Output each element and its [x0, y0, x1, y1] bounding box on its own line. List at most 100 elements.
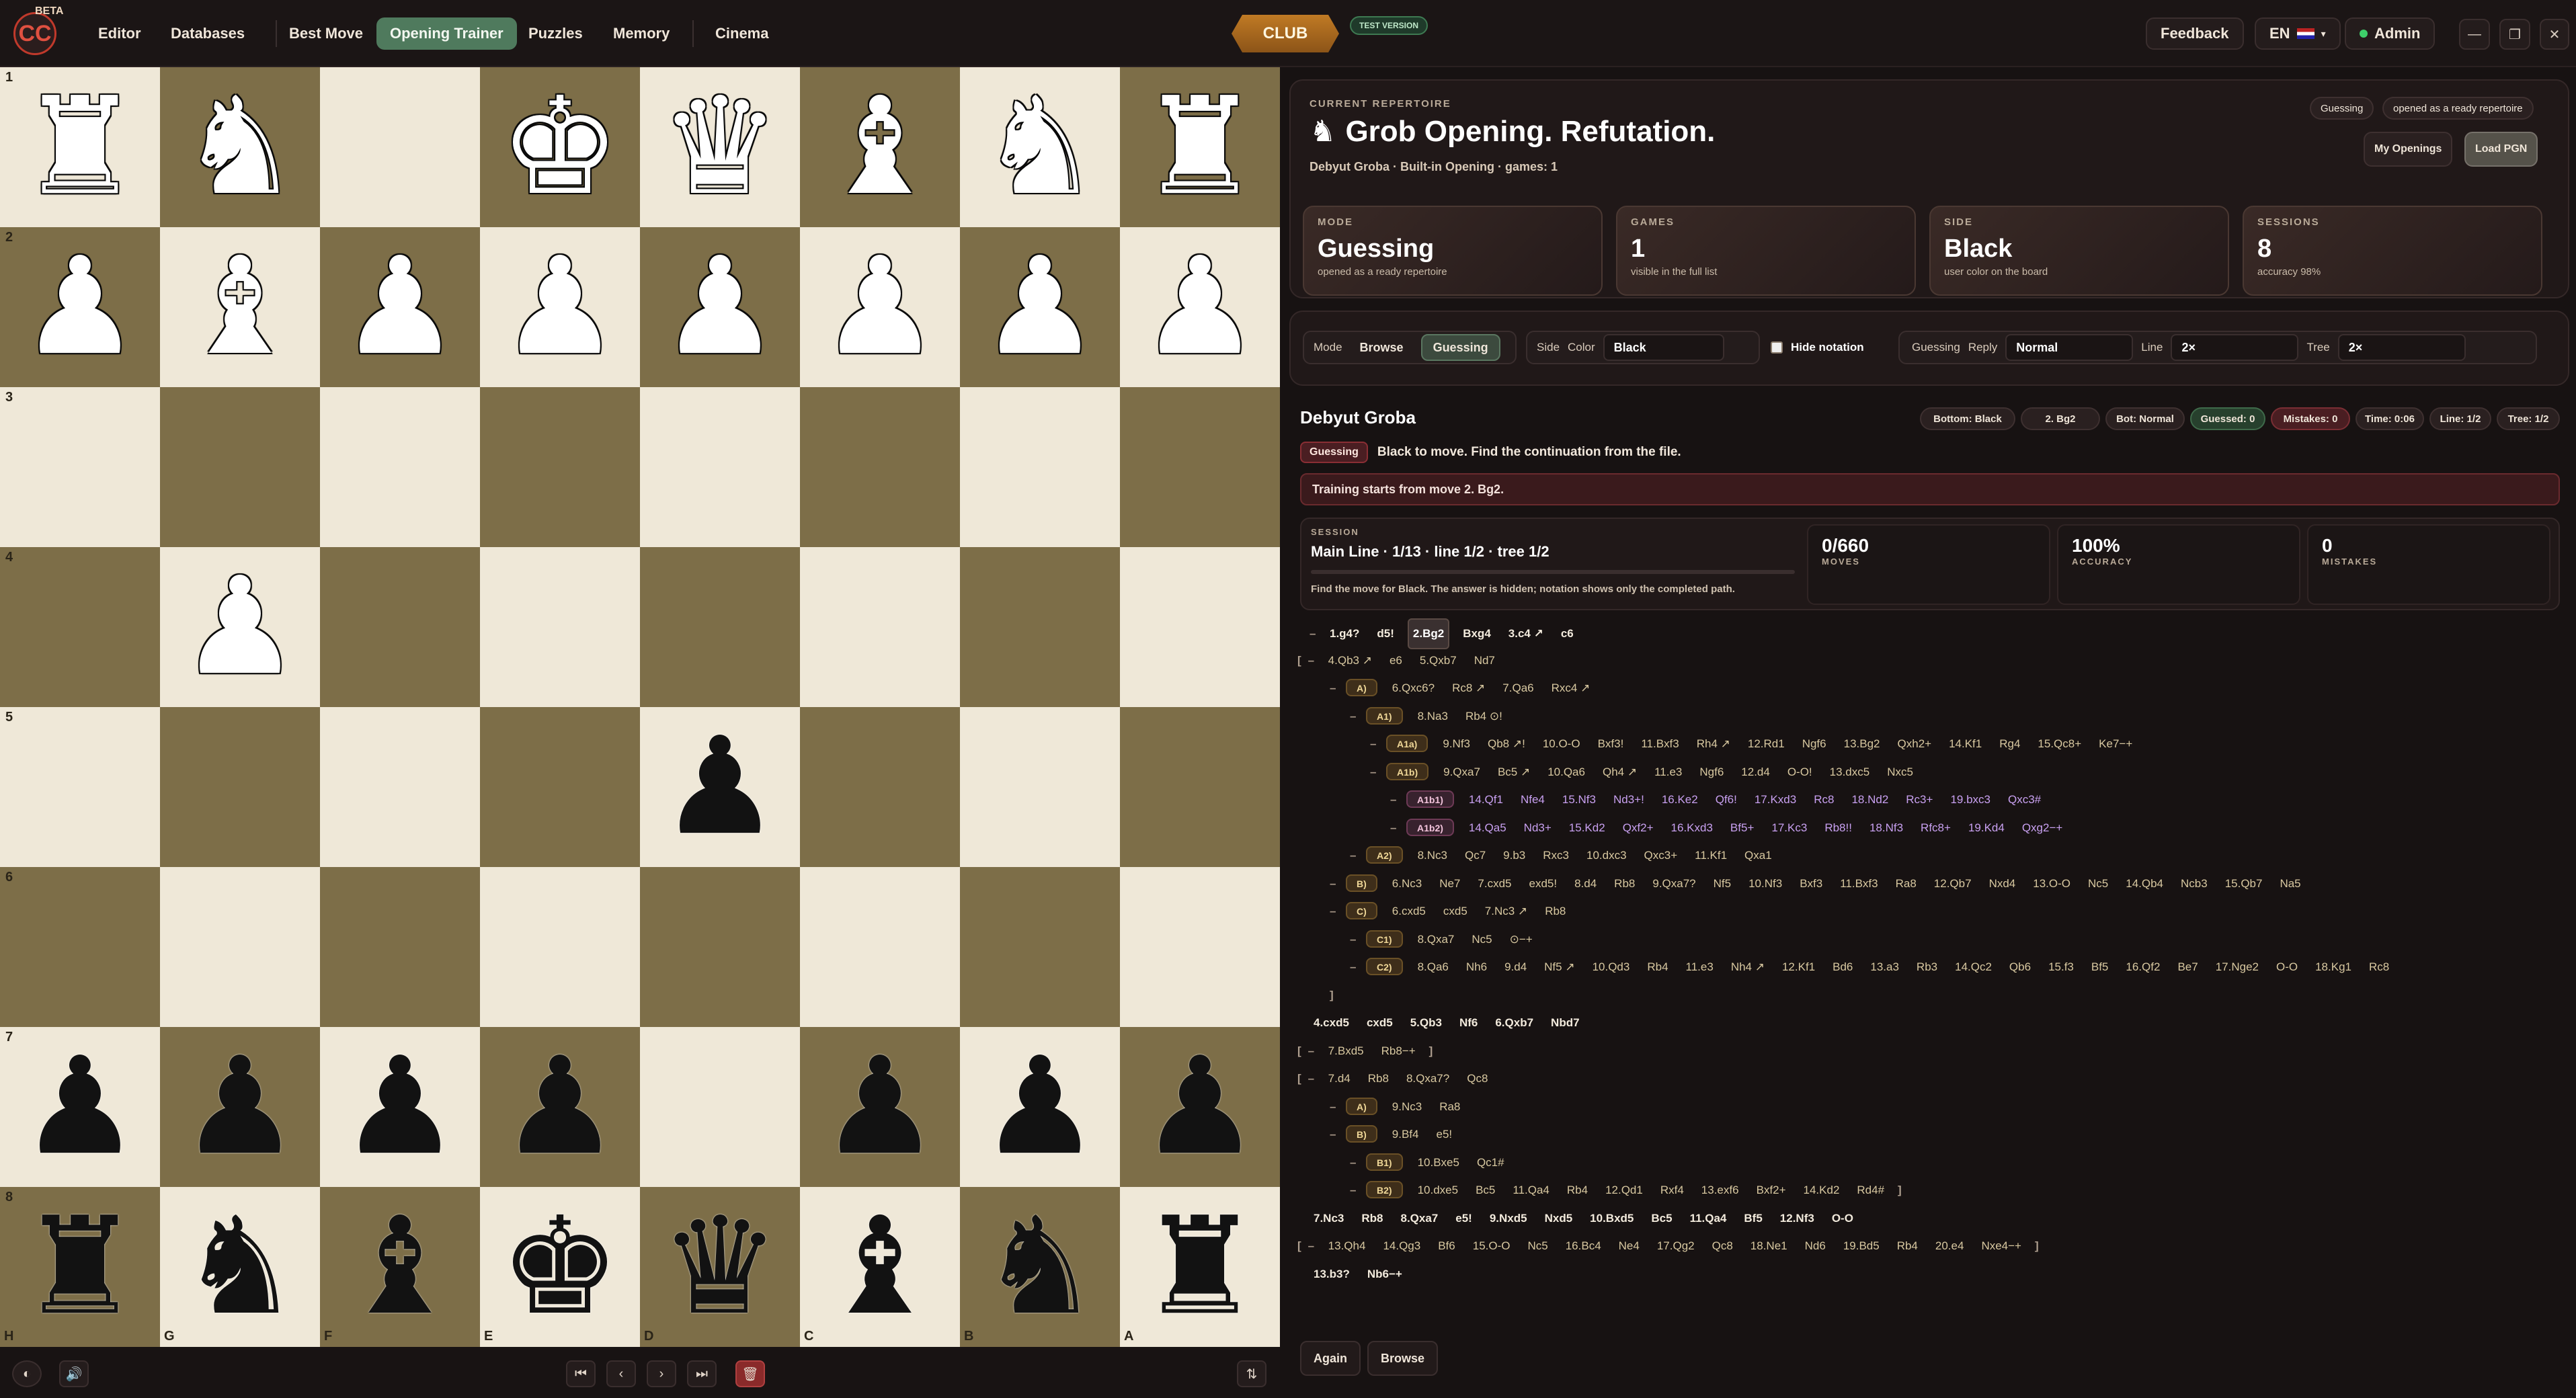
move-token[interactable]: 9.d4 — [1500, 953, 1531, 981]
move-token[interactable]: 6.Qxc6? — [1388, 674, 1439, 702]
move-token[interactable]: 15.Qc8+ — [2034, 730, 2085, 758]
move-token[interactable]: 17.Kxd3 — [1750, 786, 1800, 814]
collapse-icon[interactable]: – — [1330, 1093, 1340, 1121]
board-square[interactable] — [480, 547, 640, 707]
move-token[interactable]: 12.Kf1 — [1778, 953, 1819, 981]
board-square[interactable] — [160, 867, 320, 1027]
move-token[interactable]: Nd3+ — [1520, 814, 1556, 842]
move-token[interactable]: 13.dxc5 — [1826, 758, 1874, 786]
move-token[interactable]: 9.Qxa7? — [1648, 870, 1699, 898]
move-token[interactable]: Nxd5 — [1541, 1204, 1577, 1233]
nav-cinema[interactable]: Cinema — [702, 17, 782, 50]
move-token[interactable]: Rb4 ⊙! — [1461, 702, 1506, 731]
move-token[interactable]: Bxf3! — [1594, 730, 1628, 758]
move-token[interactable]: 9.b3 — [1499, 841, 1529, 870]
black-rook-icon[interactable]: ♜ — [1139, 1200, 1260, 1334]
board-square[interactable] — [480, 867, 640, 1027]
first-move-button[interactable]: ⏮ — [566, 1360, 596, 1387]
board-square[interactable]: ♟ — [480, 227, 640, 387]
move-token[interactable]: Qxc3# — [2004, 786, 2045, 814]
move-token[interactable]: 6.Nc3 — [1388, 870, 1426, 898]
collapse-icon[interactable]: – — [1370, 730, 1381, 758]
move-token[interactable]: Rb4 — [1893, 1232, 1922, 1260]
move-token[interactable]: 11.Bxf3 — [1836, 870, 1882, 898]
move-token[interactable]: 10.dxe5 — [1414, 1176, 1463, 1204]
black-pawn-icon[interactable]: ♟ — [659, 720, 780, 854]
move-token[interactable]: 8.Qxa7? — [1402, 1065, 1453, 1093]
board-square[interactable]: 2 ♟ — [0, 227, 160, 387]
move-token[interactable]: 15.f3 — [2044, 953, 2078, 981]
palette-icon[interactable]: ◐ — [12, 1360, 42, 1387]
board-square[interactable]: ♟ — [960, 227, 1120, 387]
move-token[interactable]: Nd7 — [1470, 647, 1499, 675]
black-pawn-icon[interactable]: ♟ — [979, 1040, 1100, 1174]
move-token[interactable]: 9.Nxd5 — [1486, 1204, 1531, 1233]
white-rook-icon[interactable]: ♜ — [19, 80, 140, 214]
move-token[interactable]: Rb8 — [1541, 897, 1570, 926]
move-token[interactable]: 10.Nf3 — [1744, 870, 1786, 898]
white-pawn-icon[interactable]: ♟ — [659, 240, 780, 374]
board-square[interactable]: 1 ♜ — [0, 67, 160, 227]
move-token[interactable]: Qc8 — [1708, 1232, 1737, 1260]
move-token[interactable]: 8.Qxa7 — [1397, 1204, 1443, 1233]
collapse-icon[interactable]: – — [1350, 702, 1361, 731]
move-token[interactable]: 4.Qb3 ↗ — [1324, 647, 1376, 675]
white-knight-icon[interactable]: ♞ — [179, 80, 300, 214]
black-bishop-icon[interactable]: ♝ — [819, 1200, 940, 1334]
my-openings-button[interactable]: My Openings — [2364, 132, 2453, 167]
move-token[interactable]: Rc8 — [2365, 953, 2393, 981]
black-bishop-icon[interactable]: ♝ — [339, 1200, 460, 1334]
move-token[interactable]: Ra8 — [1892, 870, 1921, 898]
move-token[interactable]: Rb8!! — [1820, 814, 1856, 842]
board-square[interactable]: ♞ — [160, 67, 320, 227]
board-square[interactable]: ♟ — [160, 547, 320, 707]
close-icon[interactable]: ✕ — [2540, 19, 2569, 50]
board-square[interactable] — [1120, 867, 1280, 1027]
move-token[interactable]: Nf5 ↗ — [1540, 953, 1578, 981]
move-token[interactable]: Bf5 — [2087, 953, 2113, 981]
move-token[interactable]: Rfc8+ — [1917, 814, 1955, 842]
move-token[interactable]: Qxa1 — [1740, 841, 1776, 870]
black-pawn-icon[interactable]: ♟ — [1139, 1040, 1260, 1174]
move-token[interactable]: Bf6 — [1434, 1232, 1459, 1260]
board-square[interactable]: ♟ — [1120, 1027, 1280, 1187]
move-token[interactable]: Bxf3 — [1796, 870, 1826, 898]
board-square[interactable]: D ♛ — [640, 1187, 800, 1347]
move-token[interactable]: 13.Qh4 — [1324, 1232, 1370, 1260]
move-token[interactable]: Qh4 ↗ — [1599, 758, 1641, 786]
board-square[interactable]: A ♜ — [1120, 1187, 1280, 1347]
board-square[interactable] — [320, 867, 480, 1027]
move-token[interactable]: Ra8 — [1435, 1093, 1464, 1121]
move-token[interactable]: Ne7 — [1435, 870, 1464, 898]
move-token[interactable]: 15.Qb7 — [2221, 870, 2267, 898]
board-square[interactable]: 4 — [0, 547, 160, 707]
board-square[interactable] — [320, 387, 480, 547]
black-king-icon[interactable]: ♚ — [499, 1200, 620, 1334]
white-bishop-icon[interactable]: ♝ — [819, 80, 940, 214]
move-token[interactable]: Rb4 — [1563, 1176, 1592, 1204]
move-token[interactable]: 15.O-O — [1469, 1232, 1515, 1260]
move-token[interactable]: Nxc5 — [1883, 758, 1917, 786]
move-token[interactable]: Nd3+! — [1609, 786, 1648, 814]
move-token[interactable]: 17.Qg2 — [1653, 1232, 1699, 1260]
trash-icon[interactable]: 🗑 — [735, 1360, 765, 1387]
move-token[interactable]: 12.Rd1 — [1744, 730, 1789, 758]
move-token[interactable]: Nxd4 — [1985, 870, 2020, 898]
move-token[interactable]: 4.cxd5 — [1310, 1009, 1353, 1037]
move-token[interactable]: 17.Kc3 — [1767, 814, 1811, 842]
collapse-icon[interactable]: – — [1330, 870, 1340, 898]
white-pawn-icon[interactable]: ♟ — [19, 240, 140, 374]
move-token[interactable]: 14.Qg3 — [1379, 1232, 1424, 1260]
move-token[interactable]: 10.Qd3 — [1588, 953, 1634, 981]
board-square[interactable]: ♜ — [1120, 67, 1280, 227]
board-square[interactable] — [800, 387, 960, 547]
move-token[interactable]: Be7 — [2173, 953, 2202, 981]
last-move-button[interactable]: ⏭ — [687, 1360, 717, 1387]
move-token[interactable]: 11.Kf1 — [1691, 841, 1731, 870]
black-pawn-icon[interactable]: ♟ — [339, 1040, 460, 1174]
prev-move-button[interactable]: ‹ — [606, 1360, 636, 1387]
move-token[interactable]: Nxe4−+ — [1977, 1232, 2025, 1260]
board-square[interactable] — [320, 707, 480, 867]
move-token[interactable]: 7.Qa6 — [1498, 674, 1537, 702]
collapse-icon[interactable]: – — [1308, 1232, 1319, 1260]
